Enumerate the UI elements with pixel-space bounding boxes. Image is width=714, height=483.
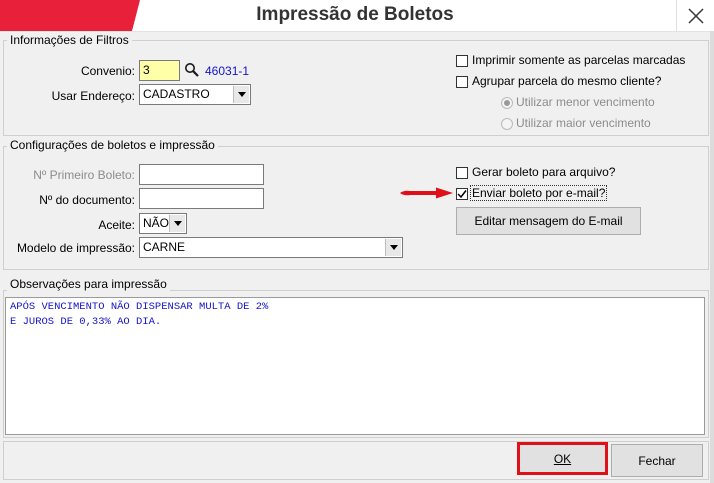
title-bar: Impressão de Boletos xyxy=(0,0,714,32)
documento-input[interactable] xyxy=(139,188,264,209)
chevron-down-icon[interactable] xyxy=(169,215,185,232)
primeiro-boleto-input[interactable] xyxy=(139,164,264,185)
endereco-select-value: CADASTRO xyxy=(143,87,210,101)
enviar-email-label[interactable]: Enviar boleto por e-mail? xyxy=(469,185,608,201)
modelo-select-value: CARNE xyxy=(143,240,186,254)
gerar-arquivo-label[interactable]: Gerar boleto para arquivo? xyxy=(472,165,615,179)
chevron-down-icon[interactable] xyxy=(233,86,249,103)
fechar-button[interactable]: Fechar xyxy=(611,444,703,477)
maior-vencimento-radio xyxy=(501,118,513,130)
aceite-select-value: NÃO xyxy=(143,216,170,230)
checkmark-icon xyxy=(457,190,467,199)
primeiro-boleto-label: Nº Primeiro Boleto: xyxy=(33,168,135,182)
documento-label: Nº do documento: xyxy=(39,193,135,207)
filtros-group-title: Informações de Filtros xyxy=(7,33,132,47)
convenio-label: Convenio: xyxy=(80,64,135,78)
background-window-edge xyxy=(710,31,714,483)
agrupar-parcela-label[interactable]: Agrupar parcela do mesmo cliente? xyxy=(472,74,661,88)
close-icon xyxy=(688,8,704,23)
aceite-label: Aceite: xyxy=(98,218,135,232)
convenio-code: 46031-1 xyxy=(205,64,250,78)
ok-button[interactable]: OK xyxy=(517,442,608,475)
close-button[interactable] xyxy=(676,0,714,31)
chevron-down-icon[interactable] xyxy=(385,239,401,256)
menor-vencimento-radio xyxy=(501,97,513,109)
agrupar-parcela-checkbox[interactable] xyxy=(456,76,468,88)
endereco-select[interactable]: CADASTRO xyxy=(139,84,251,105)
menor-vencimento-label: Utilizar menor vencimento xyxy=(516,95,655,109)
modelo-label: Modelo de impressão: xyxy=(16,241,135,255)
red-arrow-icon xyxy=(400,187,453,199)
aceite-select[interactable]: NÃO xyxy=(139,213,187,234)
parcelas-marcadas-checkbox[interactable] xyxy=(456,55,468,67)
fechar-button-label: Fechar xyxy=(638,453,676,468)
endereco-label: Usar Endereço: xyxy=(51,89,135,103)
convenio-input[interactable]: 3 xyxy=(139,60,180,81)
maior-vencimento-label: Utilizar maior vencimento xyxy=(516,116,651,130)
magnifier-icon[interactable] xyxy=(184,62,200,78)
parcelas-marcadas-label[interactable]: Imprimir somente as parcelas marcadas xyxy=(472,53,685,67)
gerar-arquivo-checkbox[interactable] xyxy=(456,167,468,179)
title-accent-shape xyxy=(0,0,140,31)
modelo-select[interactable]: CARNE xyxy=(139,237,403,258)
config-group-title: Configurações de boletos e impressão xyxy=(7,138,218,152)
observacoes-group-title: Observações para impressão xyxy=(7,277,170,291)
observacoes-textarea[interactable]: APÓS VENCIMENTO NÃO DISPENSAR MULTA DE 2… xyxy=(5,297,705,435)
editar-mensagem-button[interactable]: Editar mensagem do E-mail xyxy=(456,207,641,235)
ok-button-label: OK xyxy=(553,451,572,466)
window-title: Impressão de Boletos xyxy=(256,4,454,25)
enviar-email-checkbox[interactable] xyxy=(456,188,468,200)
